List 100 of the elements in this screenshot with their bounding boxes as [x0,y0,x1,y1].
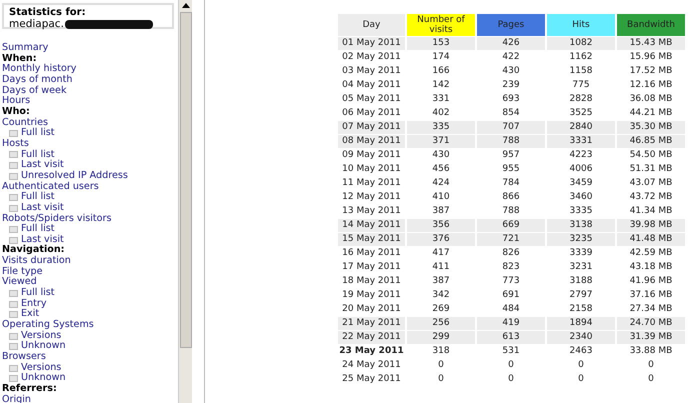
submenu-link[interactable]: Last visit [21,160,64,171]
submenu-link[interactable]: Versions [21,362,62,374]
table-cell-text: 17.52 MB [628,65,674,78]
date-cell-text: 24 May 2011 [341,359,402,372]
menu-link[interactable]: Days of week [2,86,66,96]
date-cell-text: 04 May 2011 [341,79,402,92]
table-cell-text: 36.08 MB [628,93,674,106]
table-cell: 24.70 MB [617,317,685,330]
table-cell: 371 [407,135,475,148]
table-cell-text: 51.31 MB [628,163,674,176]
table-cell-text: 0 [647,359,655,372]
table-cell: 3138 [547,219,615,232]
submenu-link[interactable]: Full list [21,128,55,139]
table-cell: 31.39 MB [617,331,685,344]
table-cell: 39.98 MB [617,219,685,232]
table-cell-text: 43.72 MB [628,191,674,204]
scrollbar-thumb[interactable] [180,12,192,348]
table-cell-text: 854 [501,107,521,120]
table-cell: 669 [477,219,545,232]
menu-link[interactable]: Monthly history [2,64,76,75]
table-cell-text: 866 [501,191,521,204]
table-cell: 1894 [547,317,615,330]
table-cell-text: 410 [431,191,451,204]
table-cell-text: 12.16 MB [628,79,674,92]
date-cell: 21 May 2011 [338,317,405,330]
table-cell-text: 693 [501,93,521,106]
table-cell-text: 2828 [568,93,594,106]
table-cell-text: 142 [431,79,451,92]
table-cell-text: 456 [431,163,451,176]
table-cell-text: 430 [431,149,451,162]
submenu-link[interactable]: Unknown [21,341,66,352]
submenu-link[interactable]: Full list [21,224,55,235]
table-cell-text: 387 [431,275,451,288]
submenu-link[interactable]: Last visit [21,202,64,214]
table-cell-text: 3231 [568,261,594,274]
menu-link[interactable]: Visits duration [2,256,71,267]
menu-link[interactable]: Robots/Spiders visitors [2,214,112,224]
submenu-link[interactable]: Exit [21,309,40,320]
table-cell: 335 [407,121,475,134]
date-cell-text: 02 May 2011 [341,51,402,64]
submenu-link[interactable]: Full list [21,192,55,203]
table-cell-text: 691 [501,289,521,302]
table-cell: 2340 [547,331,615,344]
date-cell: 15 May 2011 [338,233,405,246]
submenu-link[interactable]: Full list [21,150,55,160]
menu-heading: Navigation: [2,245,65,256]
table-cell-text: 826 [501,247,521,260]
date-cell: 01 May 2011 [338,37,405,50]
date-cell-text: 10 May 2011 [341,163,402,176]
table-cell: 35.30 MB [617,121,685,134]
table-cell-text: 531 [501,345,521,358]
table-cell-text: 44.21 MB [628,107,674,120]
date-cell-text: 25 May 2011 [341,373,402,386]
date-cell-text: 12 May 2011 [341,191,402,204]
table-cell-text: 2797 [568,289,594,302]
submenu-link[interactable]: Entry [21,298,47,310]
table-cell-text: 1158 [568,65,594,78]
table-cell-text: 43.07 MB [628,177,674,190]
submenu-link[interactable]: Unknown [21,373,66,384]
menu-link[interactable]: Browsers [2,352,46,363]
menu-link[interactable]: Hours [2,96,30,107]
date-cell-text: 11 May 2011 [341,177,402,190]
table-cell-text: 3335 [568,205,594,218]
menu-link[interactable]: Countries [2,118,48,128]
statistics-label: Statistics for: [9,7,87,18]
menu-link[interactable]: File type [2,266,43,278]
table-cell: 256 [407,317,475,330]
table-cell-text: 54.50 MB [628,149,674,162]
table-cell-text: 0 [507,359,515,372]
table-cell-text: 37.16 MB [628,289,674,302]
table-cell-text: 342 [431,289,451,302]
menu-link[interactable]: Authenticated users [2,182,99,192]
date-cell: 07 May 2011 [338,121,405,134]
submenu-link[interactable]: Versions [21,330,62,342]
date-cell: 08 May 2011 [338,135,405,148]
date-cell-text: 05 May 2011 [341,93,402,106]
table-cell-text: 318 [431,345,451,358]
scrollbar[interactable] [178,0,192,403]
submenu-link[interactable]: Unresolved IP Address [21,170,128,182]
table-cell-text: 0 [647,373,655,386]
table-cell-text: 27.34 MB [628,303,674,316]
submenu-link[interactable]: Last visit [21,234,64,246]
menu-link[interactable]: Summary [2,43,48,54]
table-cell-text: 417 [431,247,451,260]
list-icon [9,130,18,138]
menu-link[interactable]: Viewed [2,277,37,288]
table-cell: 3331 [547,135,615,148]
table-cell: 3235 [547,233,615,246]
table-cell-text: 4223 [568,149,594,162]
menu-heading: When: [2,54,37,64]
menu-link[interactable]: Hosts [2,138,29,150]
table-cell: 299 [407,331,475,344]
table-cell-text: 0 [437,373,445,386]
table-cell-text: 41.34 MB [628,205,674,218]
menu-link[interactable]: Operating Systems [2,320,94,331]
submenu-link[interactable]: Full list [21,288,55,299]
table-cell-text: 0 [577,373,585,386]
menu-link[interactable]: Days of month [2,74,72,86]
table-cell: 426 [477,37,545,50]
table-cell: 419 [477,317,545,330]
